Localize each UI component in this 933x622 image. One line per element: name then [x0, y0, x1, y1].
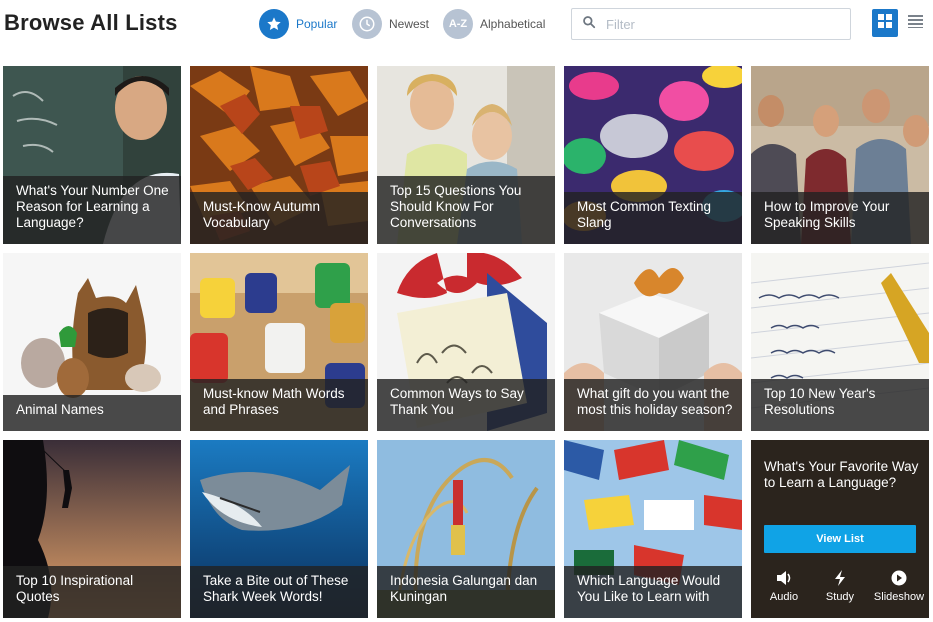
list-card[interactable]: How to Improve Your Speaking Skills: [751, 66, 929, 244]
study-mode[interactable]: Study: [814, 570, 866, 603]
lightning-icon: [814, 570, 866, 586]
sort-popular-option[interactable]: Popular: [259, 8, 337, 40]
view-list-button[interactable]: View List: [764, 525, 916, 553]
list-card-title: Most Common Texting Slang: [564, 192, 742, 244]
list-card-title: Animal Names: [3, 395, 181, 431]
list-card[interactable]: What gift do you want the most this holi…: [564, 253, 742, 431]
clock-icon: [352, 9, 382, 39]
favorite-way-title: What's Your Favorite Way to Learn a Lang…: [764, 459, 919, 490]
list-card-title: Top 10 Inspirational Quotes: [3, 566, 181, 618]
speaker-icon: [758, 570, 810, 586]
search-icon: [582, 15, 596, 34]
list-card-title: Common Ways to Say Thank You: [377, 379, 555, 431]
list-card-title: How to Improve Your Speaking Skills: [751, 192, 929, 244]
favorite-way-card: What's Your Favorite Way to Learn a Lang…: [751, 440, 929, 618]
list-card[interactable]: Take a Bite out of These Shark Week Word…: [190, 440, 368, 618]
sort-alphabetical-label: Alphabetical: [480, 17, 546, 31]
sort-newest-label: Newest: [389, 17, 430, 31]
list-card[interactable]: Which Language Would You Like to Learn w…: [564, 440, 742, 618]
list-card[interactable]: Indonesia Galungan dan Kuningan: [377, 440, 555, 618]
filter-box: [571, 8, 851, 40]
page-title: Browse All Lists: [4, 10, 178, 35]
list-icon: [907, 14, 923, 33]
page-header: Browse All Lists Popular Newest A-Z Alph…: [0, 0, 933, 56]
slideshow-mode[interactable]: Slideshow: [873, 570, 925, 603]
az-icon: A-Z: [443, 9, 473, 39]
grid-view-button[interactable]: [872, 9, 898, 37]
list-card[interactable]: Animal Names: [3, 253, 181, 431]
list-card[interactable]: Common Ways to Say Thank You: [377, 253, 555, 431]
slideshow-label: Slideshow: [873, 591, 925, 603]
play-icon: [873, 570, 925, 586]
star-icon: [259, 9, 289, 39]
list-card-title: Top 15 Questions You Should Know For Con…: [377, 176, 555, 244]
list-card-title: What gift do you want the most this holi…: [564, 379, 742, 431]
list-card-title: Must-Know Autumn Vocabulary: [190, 192, 368, 244]
list-card[interactable]: Top 10 New Year's Resolutions: [751, 253, 929, 431]
list-card-title: What's Your Number One Reason for Learni…: [3, 176, 181, 244]
sort-alphabetical-option[interactable]: A-Z Alphabetical: [443, 8, 545, 40]
list-view-button[interactable]: [902, 9, 928, 37]
list-card-title: Indonesia Galungan dan Kuningan: [377, 566, 555, 618]
list-card-title: Top 10 New Year's Resolutions: [751, 379, 929, 431]
list-card[interactable]: What's Your Number One Reason for Learni…: [3, 66, 181, 244]
list-card[interactable]: Top 15 Questions You Should Know For Con…: [377, 66, 555, 244]
list-card-title: Which Language Would You Like to Learn w…: [564, 566, 742, 618]
sort-popular-label: Popular: [296, 17, 338, 31]
sort-newest-option[interactable]: Newest: [352, 8, 429, 40]
list-card[interactable]: Most Common Texting Slang: [564, 66, 742, 244]
list-card-title: Take a Bite out of These Shark Week Word…: [190, 566, 368, 618]
list-card[interactable]: Must-Know Autumn Vocabulary: [190, 66, 368, 244]
study-label: Study: [825, 591, 855, 603]
list-card[interactable]: Must-know Math Words and Phrases: [190, 253, 368, 431]
audio-label: Audio: [769, 591, 799, 603]
grid-icon: [878, 13, 892, 33]
filter-input[interactable]: [606, 16, 836, 32]
list-card[interactable]: Top 10 Inspirational Quotes: [3, 440, 181, 618]
list-card-title: Must-know Math Words and Phrases: [190, 379, 368, 431]
audio-mode[interactable]: Audio: [758, 570, 810, 603]
